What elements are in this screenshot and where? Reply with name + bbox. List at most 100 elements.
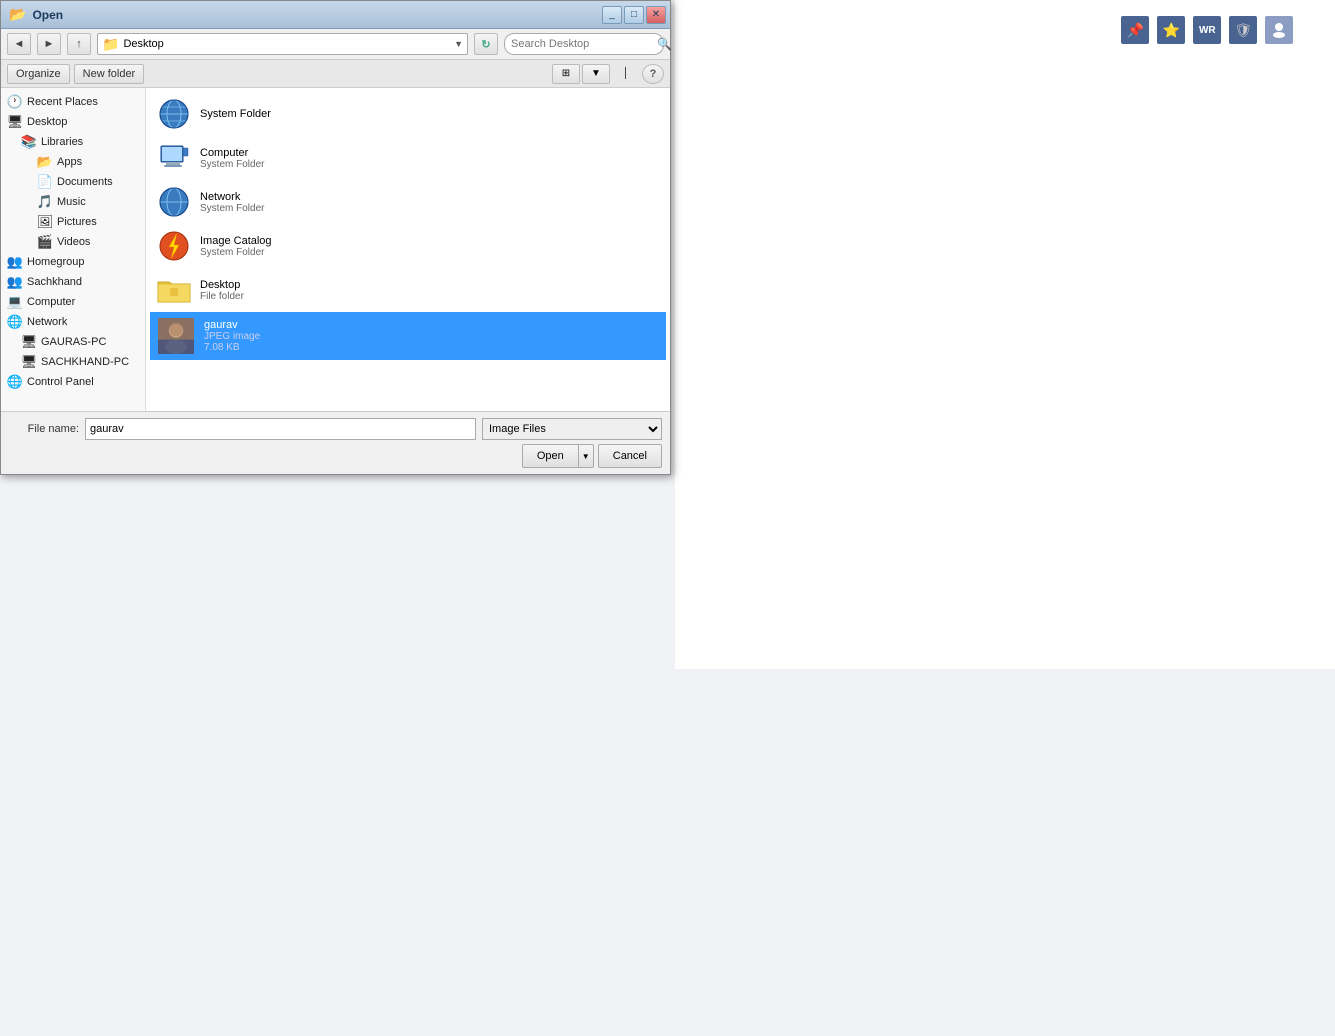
file-icon-lightning: [156, 228, 192, 264]
music-icon: 🎵: [37, 194, 53, 210]
filename-row: File name: Image Files: [9, 418, 662, 440]
filename-input[interactable]: [85, 418, 476, 440]
network-icon: 🌐: [7, 314, 23, 330]
fb-wr-icon[interactable]: WR: [1193, 16, 1221, 44]
help-button[interactable]: ?: [642, 64, 664, 84]
file-item-network[interactable]: Network System Folder: [150, 180, 666, 224]
filetype-select[interactable]: Image Files: [482, 418, 662, 440]
file-thumbnail-gaurav: [156, 316, 196, 356]
sidebar-item-gauras-pc[interactable]: 🖥 GAURAS-PC: [1, 332, 145, 352]
file-icon-folder: [156, 272, 192, 308]
address-bar[interactable]: 📁 Desktop ▼: [97, 33, 468, 55]
open-button[interactable]: Open: [522, 444, 578, 468]
file-info-image-catalog: Image Catalog System Folder: [200, 235, 660, 258]
documents-icon: 📄: [37, 174, 53, 190]
new-folder-button[interactable]: New folder: [74, 64, 145, 84]
window-controls: _ □ ✕: [602, 6, 666, 24]
back-nav-button[interactable]: ◄: [7, 33, 31, 55]
fb-star-icon[interactable]: ⭐: [1157, 16, 1185, 44]
view-toolbar: ⊞ ▼ │ ?: [552, 64, 664, 84]
control-panel-icon: 🌐: [7, 374, 23, 390]
folder-open-icon: 📂: [9, 6, 26, 23]
file-icon-computer: [156, 140, 192, 176]
sidebar-item-desktop[interactable]: 🖥 Desktop: [1, 112, 145, 132]
organize-button[interactable]: Organize: [7, 64, 70, 84]
search-input[interactable]: [511, 38, 653, 50]
dialog-overlay: 📂 Open _ □ ✕ ◄ ► ↑ 📁 Desktop ▼ ↻ 🔍: [0, 0, 675, 480]
fb-toolbar-right: 📌 ⭐ WR 🛡 Gaurav ▼: [1121, 16, 1335, 44]
open-cancel-row: Open ▼ Cancel: [9, 444, 662, 468]
file-item-gaurav[interactable]: gaurav JPEG image 7.08 KB: [150, 312, 666, 360]
forward-nav-button[interactable]: ►: [37, 33, 61, 55]
file-info-computer: Computer System Folder: [200, 147, 660, 170]
views-button[interactable]: ⊞: [552, 64, 580, 84]
computer-sidebar-icon: 💻: [7, 294, 23, 310]
sidebar-item-sachkhand[interactable]: 👥 Sachkhand: [1, 272, 145, 292]
sidebar-item-control-panel[interactable]: 🌐 Control Panel: [1, 372, 145, 392]
sidebar-item-homegroup[interactable]: 👥 Homegroup: [1, 252, 145, 272]
fb-shield-icon[interactable]: 🛡: [1229, 16, 1257, 44]
up-nav-button[interactable]: ↑: [67, 33, 91, 55]
minimize-button[interactable]: _: [602, 6, 622, 24]
maximize-button[interactable]: □: [624, 6, 644, 24]
sidebar-item-pictures[interactable]: 🖼 Pictures: [1, 212, 145, 232]
sidebar-item-apps[interactable]: 📂 Apps: [1, 152, 145, 172]
pictures-icon: 🖼: [37, 214, 53, 230]
fb-user-info: Gaurav ▼: [1265, 16, 1335, 44]
address-dropdown-arrow[interactable]: ▼: [454, 39, 463, 49]
open-dropdown-button[interactable]: ▼: [578, 444, 594, 468]
sidebar-item-network[interactable]: 🌐 Network: [1, 312, 145, 332]
sidebar-item-music[interactable]: 🎵 Music: [1, 192, 145, 212]
recent-places-icon: 🕐: [7, 94, 23, 110]
views-dropdown-button[interactable]: ▼: [582, 64, 610, 84]
videos-icon: 🎬: [37, 234, 53, 250]
file-item-image-catalog[interactable]: Image Catalog System Folder: [150, 224, 666, 268]
fb-username: Gaurav: [1299, 23, 1335, 38]
dialog-body: 🕐 Recent Places 🖥 Desktop 📚 Libraries 📂 …: [1, 88, 670, 411]
file-info-desktop: Desktop File folder: [200, 279, 660, 302]
file-info-gaurav: gaurav JPEG image 7.08 KB: [204, 319, 660, 353]
search-icon[interactable]: 🔍: [657, 37, 672, 51]
second-toolbar: Organize New folder ⊞ ▼ │ ?: [1, 60, 670, 88]
gauras-pc-icon: 🖥: [21, 334, 37, 350]
sidebar-item-computer[interactable]: 💻 Computer: [1, 292, 145, 312]
file-item-computer[interactable]: Computer System Folder: [150, 136, 666, 180]
file-item-system-folder-top[interactable]: System Folder: [150, 92, 666, 136]
organize-toolbar: Organize New folder: [7, 64, 144, 84]
sachkhand-icon: 👥: [7, 274, 23, 290]
file-info-network: Network System Folder: [200, 191, 660, 214]
homegroup-icon: 👥: [7, 254, 23, 270]
refresh-button[interactable]: ↻: [474, 33, 498, 55]
address-text: Desktop: [123, 38, 450, 50]
sidebar-item-documents[interactable]: 📄 Documents: [1, 172, 145, 192]
fb-pin-icon[interactable]: 📌: [1121, 16, 1149, 44]
open-button-group: Open ▼: [522, 444, 594, 468]
open-dialog: 📂 Open _ □ ✕ ◄ ► ↑ 📁 Desktop ▼ ↻ 🔍: [0, 0, 671, 475]
filename-label: File name:: [9, 423, 79, 435]
search-bar[interactable]: 🔍: [504, 33, 664, 55]
file-info-system-top: System Folder: [200, 108, 660, 120]
dialog-titlebar: 📂 Open _ □ ✕: [1, 1, 670, 29]
dialog-title: 📂 Open: [9, 6, 63, 23]
sidebar-item-videos[interactable]: 🎬 Videos: [1, 232, 145, 252]
fb-user-avatar: [1265, 16, 1293, 44]
file-list-inner: System Folder: [146, 88, 670, 364]
cancel-button[interactable]: Cancel: [598, 444, 662, 468]
close-button[interactable]: ✕: [646, 6, 666, 24]
facebook-background: 📌 ⭐ WR 🛡 Gaurav ▼ 🖼 Add Picture OR Take …: [675, 0, 1335, 669]
address-toolbar: ◄ ► ↑ 📁 Desktop ▼ ↻ 🔍: [1, 29, 670, 60]
file-icon-globe: [156, 96, 192, 132]
sidebar-item-libraries[interactable]: 📚 Libraries: [1, 132, 145, 152]
dialog-bottom: File name: Image Files Open ▼ Cancel: [1, 411, 670, 474]
sidebar-item-sachkhand-pc[interactable]: 🖥 SACHKHAND-PC: [1, 352, 145, 372]
desktop-icon: 🖥: [7, 114, 23, 130]
sidebar-item-recent-places[interactable]: 🕐 Recent Places: [1, 92, 145, 112]
sachkhand-pc-icon: 🖥: [21, 354, 37, 370]
dialog-sidebar: 🕐 Recent Places 🖥 Desktop 📚 Libraries 📂 …: [1, 88, 146, 411]
apps-icon: 📂: [37, 154, 53, 170]
folder-icon-addr: 📁: [102, 36, 119, 53]
file-icon-network: [156, 184, 192, 220]
file-item-desktop[interactable]: Desktop File folder: [150, 268, 666, 312]
libraries-icon: 📚: [21, 134, 37, 150]
separator-btn: │: [612, 64, 640, 84]
